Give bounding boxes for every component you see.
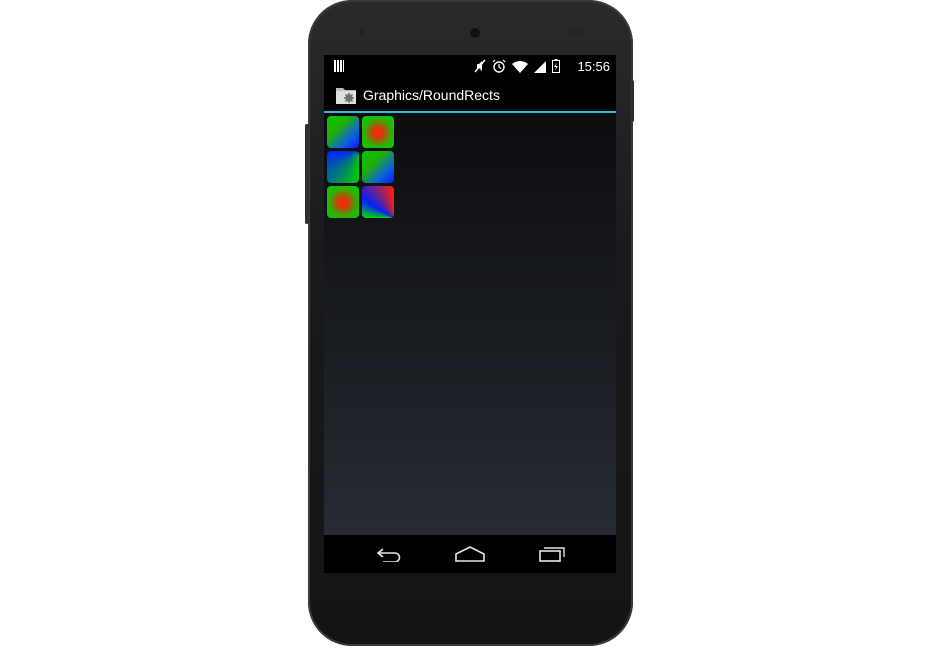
home-icon <box>455 546 485 562</box>
round-rect-linear-1 <box>327 116 359 148</box>
action-bar: Graphics/RoundRects <box>324 77 616 113</box>
battery-icon <box>552 59 560 73</box>
notification-icon <box>334 60 344 72</box>
round-rects-view <box>324 113 616 535</box>
light-sensor <box>579 30 583 34</box>
round-rect-sweep-2 <box>362 186 394 218</box>
recent-apps-button[interactable] <box>535 543 569 565</box>
status-bar: 15:56 <box>324 55 616 77</box>
signal-icon <box>534 60 546 73</box>
alarm-icon <box>492 59 506 73</box>
volume-button <box>305 124 309 224</box>
back-button[interactable] <box>372 543 406 565</box>
navigation-bar <box>324 535 616 573</box>
back-icon <box>376 548 401 562</box>
front-camera <box>359 29 365 35</box>
home-button[interactable] <box>453 543 487 565</box>
round-rect-linear-2 <box>362 151 394 183</box>
screen: 15:56 Graphics/RoundRects <box>324 55 616 573</box>
recent-apps-icon <box>539 547 565 562</box>
earpiece-speaker <box>468 26 482 40</box>
round-rect-radial-2 <box>327 186 359 218</box>
mute-icon <box>474 59 486 73</box>
status-clock: 15:56 <box>577 59 610 74</box>
round-rect-radial-1 <box>362 116 394 148</box>
wifi-icon <box>512 60 528 73</box>
activity-title: Graphics/RoundRects <box>363 87 500 103</box>
power-button <box>630 80 634 122</box>
round-rect-sweep-1 <box>327 151 359 183</box>
proximity-sensor <box>569 30 573 34</box>
folder-gear-icon <box>336 88 356 104</box>
